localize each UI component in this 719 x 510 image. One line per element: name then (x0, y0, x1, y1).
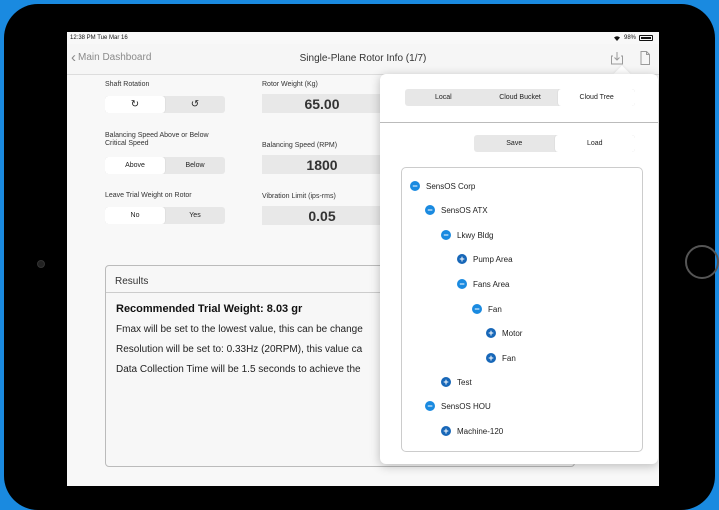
above-option[interactable]: Above (105, 157, 165, 174)
vibration-limit-label: Vibration Limit (ips-rms) (262, 193, 336, 200)
tree-node-lkwy-bldg[interactable]: − Lkwy Bldg (441, 230, 493, 240)
rotate-clockwise-option[interactable]: ↻ (105, 96, 165, 113)
save-tab[interactable]: Save (474, 135, 555, 152)
file-popover: Local Cloud Bucket Cloud Tree Save Load … (380, 74, 658, 464)
results-title: Results (115, 276, 149, 287)
tree-node-label: Lkwy Bldg (457, 230, 494, 240)
front-camera (37, 260, 45, 268)
collapse-icon[interactable]: − (410, 181, 420, 191)
balancing-above-below-label: Balancing Speed Above or Below Critical … (105, 132, 209, 147)
vibration-limit-field[interactable]: 0.05 (262, 206, 382, 225)
yes-option[interactable]: Yes (165, 207, 225, 224)
cloud-tree: − SensOS Corp − SensOS ATX − Lkwy Bldg +… (401, 167, 643, 452)
tree-node-label: SensOS Corp (426, 181, 476, 191)
status-bar: 12:38 PM Tue Mar 16 98% (67, 32, 659, 44)
tree-node-fan[interactable]: − Fan (472, 304, 502, 314)
tree-node-test[interactable]: + Test (441, 377, 472, 387)
tree-node-label: Pump Area (473, 254, 513, 264)
cloud-bucket-tab[interactable]: Cloud Bucket (482, 89, 559, 106)
rotor-weight-field[interactable]: 65.00 (262, 94, 382, 113)
below-option[interactable]: Below (165, 157, 225, 174)
leave-trial-weight-label: Leave Trial Weight on Rotor (105, 192, 192, 199)
battery-percent: 98% (623, 35, 636, 41)
tree-node-sensos-hou[interactable]: − SensOS HOU (425, 401, 491, 411)
results-line: Resolution will be set to: 0.33Hz (20RPM… (116, 344, 363, 355)
expand-icon[interactable]: + (441, 377, 451, 387)
results-line: Data Collection Time will be 1.5 seconds… (116, 364, 361, 375)
tree-node-fan-child[interactable]: + Fan (486, 353, 516, 363)
balancing-speed-label: Balancing Speed (RPM) (262, 142, 338, 149)
tree-node-fans-area[interactable]: − Fans Area (457, 279, 509, 289)
tree-node-label: Machine-120 (457, 426, 504, 436)
storage-source-segmented[interactable]: Local Cloud Bucket Cloud Tree (405, 89, 635, 106)
status-right: 98% (613, 35, 653, 41)
expand-icon[interactable]: + (457, 254, 467, 264)
rotate-clockwise-icon: ↻ (130, 99, 140, 110)
app-screen: 12:38 PM Tue Mar 16 98% ‹ Main Dashboard… (67, 32, 659, 486)
expand-icon[interactable]: + (486, 328, 496, 338)
tree-node-label: SensOS HOU (441, 401, 491, 411)
rotate-counterclockwise-icon: ↺ (190, 99, 200, 110)
document-icon[interactable] (637, 50, 653, 66)
load-tab[interactable]: Load (554, 135, 635, 152)
no-option[interactable]: No (105, 207, 165, 224)
save-load-segmented[interactable]: Save Load (474, 135, 635, 152)
status-time: 12:38 PM Tue Mar 16 (70, 35, 128, 41)
tree-node-label: Fan (488, 304, 502, 314)
collapse-icon[interactable]: − (457, 279, 467, 289)
battery-icon (639, 35, 653, 41)
wifi-icon (613, 36, 620, 41)
cloud-tree-tab[interactable]: Cloud Tree (558, 89, 635, 106)
tree-node-machine-120[interactable]: + Machine-120 (441, 426, 503, 436)
rotor-weight-label: Rotor Weight (Kg) (262, 81, 318, 88)
popover-divider (380, 122, 658, 123)
balancing-above-below-segmented[interactable]: Above Below (105, 157, 225, 174)
leave-trial-weight-segmented[interactable]: No Yes (105, 207, 225, 224)
tree-node-label: Fans Area (473, 279, 510, 289)
expand-icon[interactable]: + (486, 353, 496, 363)
page-title: Single-Plane Rotor Info (1/7) (299, 53, 427, 64)
rotate-counterclockwise-option[interactable]: ↺ (165, 96, 225, 113)
shaft-rotation-segmented[interactable]: ↻ ↺ (105, 96, 225, 113)
collapse-icon[interactable]: − (425, 205, 435, 215)
tree-node-label: Fan (502, 353, 516, 363)
tree-node-label: SensOS ATX (441, 205, 488, 215)
tree-node-label: Motor (502, 328, 523, 338)
download-tray-icon[interactable] (609, 50, 625, 66)
tree-node-sensos-corp[interactable]: − SensOS Corp (410, 181, 475, 191)
shaft-rotation-label: Shaft Rotation (105, 81, 150, 88)
balancing-speed-field[interactable]: 1800 (262, 155, 382, 174)
tree-node-pump-area[interactable]: + Pump Area (457, 254, 513, 264)
results-line: Fmax will be set to the lowest value, th… (116, 324, 363, 335)
collapse-icon[interactable]: − (441, 230, 451, 240)
expand-icon[interactable]: + (441, 426, 451, 436)
local-tab[interactable]: Local (405, 89, 482, 106)
collapse-icon[interactable]: − (472, 304, 482, 314)
tree-node-motor[interactable]: + Motor (486, 328, 522, 338)
home-button[interactable] (685, 245, 719, 279)
tree-node-label: Test (457, 377, 472, 387)
recommended-trial-weight: Recommended Trial Weight: 8.03 gr (116, 303, 303, 315)
navigation-bar: ‹ Main Dashboard Single-Plane Rotor Info… (67, 44, 659, 75)
tree-node-sensos-atx[interactable]: − SensOS ATX (425, 205, 488, 215)
collapse-icon[interactable]: − (425, 401, 435, 411)
nav-actions (609, 50, 653, 66)
